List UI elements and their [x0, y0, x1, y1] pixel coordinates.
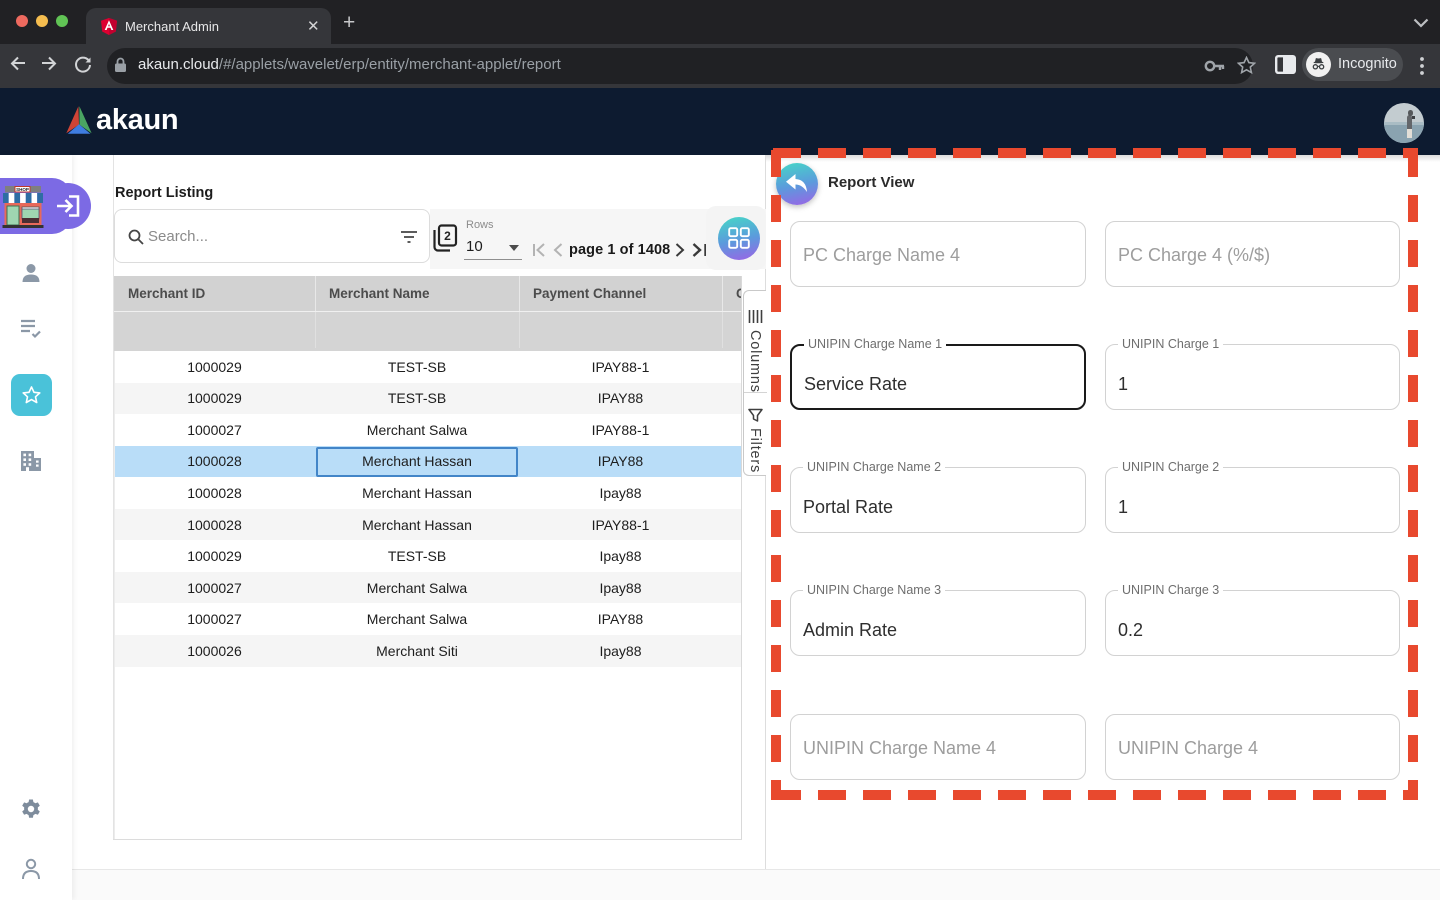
svg-text:2: 2 — [444, 229, 451, 243]
svg-text:SHOP: SHOP — [16, 187, 29, 192]
